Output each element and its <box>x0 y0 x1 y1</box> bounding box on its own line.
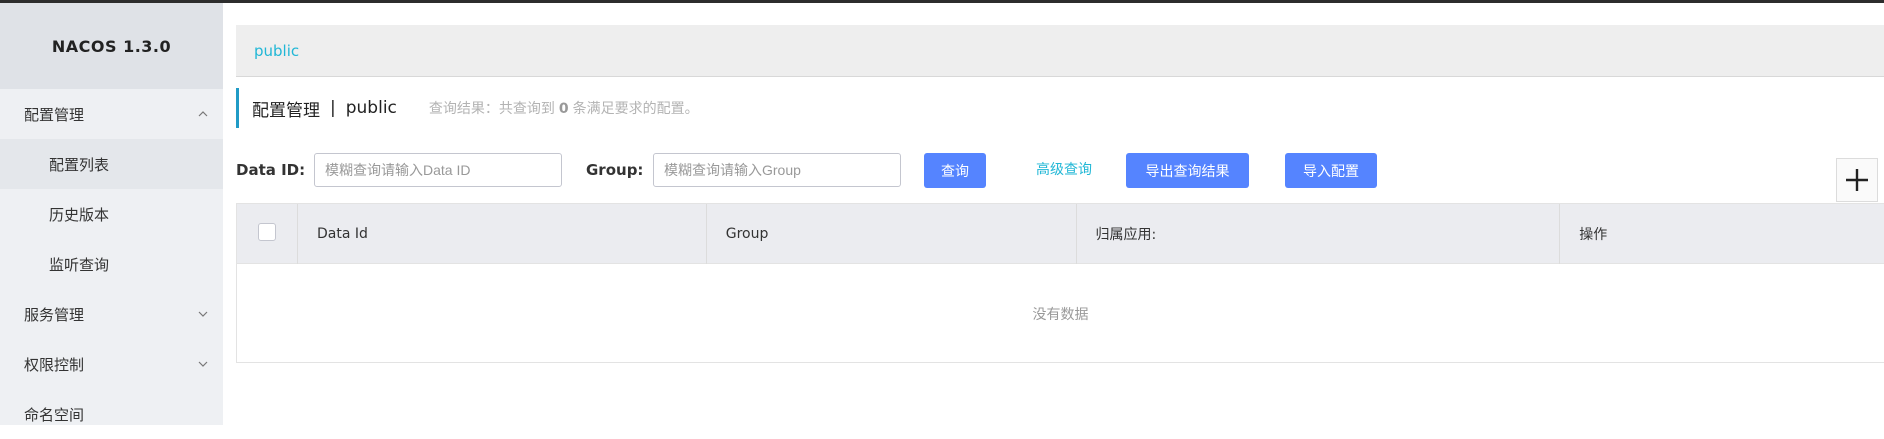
add-config-button[interactable] <box>1836 158 1878 202</box>
brand-title: NACOS 1.3.0 <box>0 3 223 89</box>
data-id-label: Data ID: <box>236 161 306 179</box>
main-content: public 配置管理 | public 查询结果：共查询到 0 条满足要求的配置。… <box>236 3 1884 425</box>
namespace-bar: public <box>236 25 1884 77</box>
chevron-down-icon <box>198 361 208 367</box>
sidebar-item-label: 历史版本 <box>49 205 110 224</box>
sidebar: NACOS 1.3.0 配置管理 配置列表 历史版本 监听查询 服务管理 权限控… <box>0 3 223 425</box>
column-header-group[interactable]: Group <box>707 204 1077 264</box>
sidebar-item-label: 配置列表 <box>49 155 110 174</box>
sidebar-item-config-list[interactable]: 配置列表 <box>0 139 223 189</box>
import-config-button[interactable]: 导入配置 <box>1285 153 1377 188</box>
sidebar-item-label: 配置管理 <box>24 105 85 124</box>
table-header: Data Id Group 归属应用: 操作 <box>237 204 1884 264</box>
result-count: 0 <box>558 101 569 117</box>
chevron-up-icon <box>198 111 208 117</box>
column-header-app[interactable]: 归属应用: <box>1077 204 1561 264</box>
result-suffix: 条满足要求的配置。 <box>572 101 699 117</box>
group-input[interactable] <box>653 153 901 187</box>
search-bar: Data ID: Group: 查询 高级查询 导出查询结果 导入配置 <box>236 150 1884 190</box>
page-title: 配置管理 | public 查询结果：共查询到 0 条满足要求的配置。 <box>236 88 1884 128</box>
sidebar-item-access-control[interactable]: 权限控制 <box>0 339 223 389</box>
result-prefix: 查询结果：共查询到 <box>428 101 555 117</box>
sidebar-item-history[interactable]: 历史版本 <box>0 189 223 239</box>
chevron-down-icon <box>198 311 208 317</box>
sidebar-item-label: 服务管理 <box>24 305 85 324</box>
plus-icon <box>1846 169 1868 191</box>
sidebar-item-label: 命名空间 <box>24 405 85 424</box>
column-header-actions: 操作 <box>1579 227 1608 243</box>
page-title-text: 配置管理 <box>252 100 320 121</box>
select-all-checkbox[interactable] <box>257 223 276 241</box>
table-empty-state: 没有数据 <box>1032 306 1089 323</box>
select-all-cell <box>237 204 298 264</box>
column-header-data-id[interactable]: Data Id <box>298 204 707 264</box>
data-id-input[interactable] <box>314 153 562 187</box>
sidebar-item-listener-query[interactable]: 监听查询 <box>0 239 223 289</box>
query-button[interactable]: 查询 <box>924 153 986 188</box>
config-table: Data Id Group 归属应用: 操作 没有数据 <box>236 203 1884 363</box>
sidebar-item-label: 权限控制 <box>24 355 85 374</box>
namespace-link-public[interactable]: public <box>254 42 299 60</box>
group-label: Group: <box>586 161 644 179</box>
sidebar-item-label: 监听查询 <box>49 255 110 274</box>
query-result-summary: 查询结果：共查询到 0 条满足要求的配置。 <box>429 98 699 118</box>
title-namespace: public <box>345 98 397 118</box>
sidebar-item-namespace[interactable]: 命名空间 <box>0 389 223 439</box>
export-results-button[interactable]: 导出查询结果 <box>1126 153 1249 188</box>
title-separator: | <box>330 98 336 118</box>
sidebar-item-config-management[interactable]: 配置管理 <box>0 89 223 139</box>
advanced-query-link[interactable]: 高级查询 <box>1036 150 1092 190</box>
sidebar-item-service-management[interactable]: 服务管理 <box>0 289 223 339</box>
